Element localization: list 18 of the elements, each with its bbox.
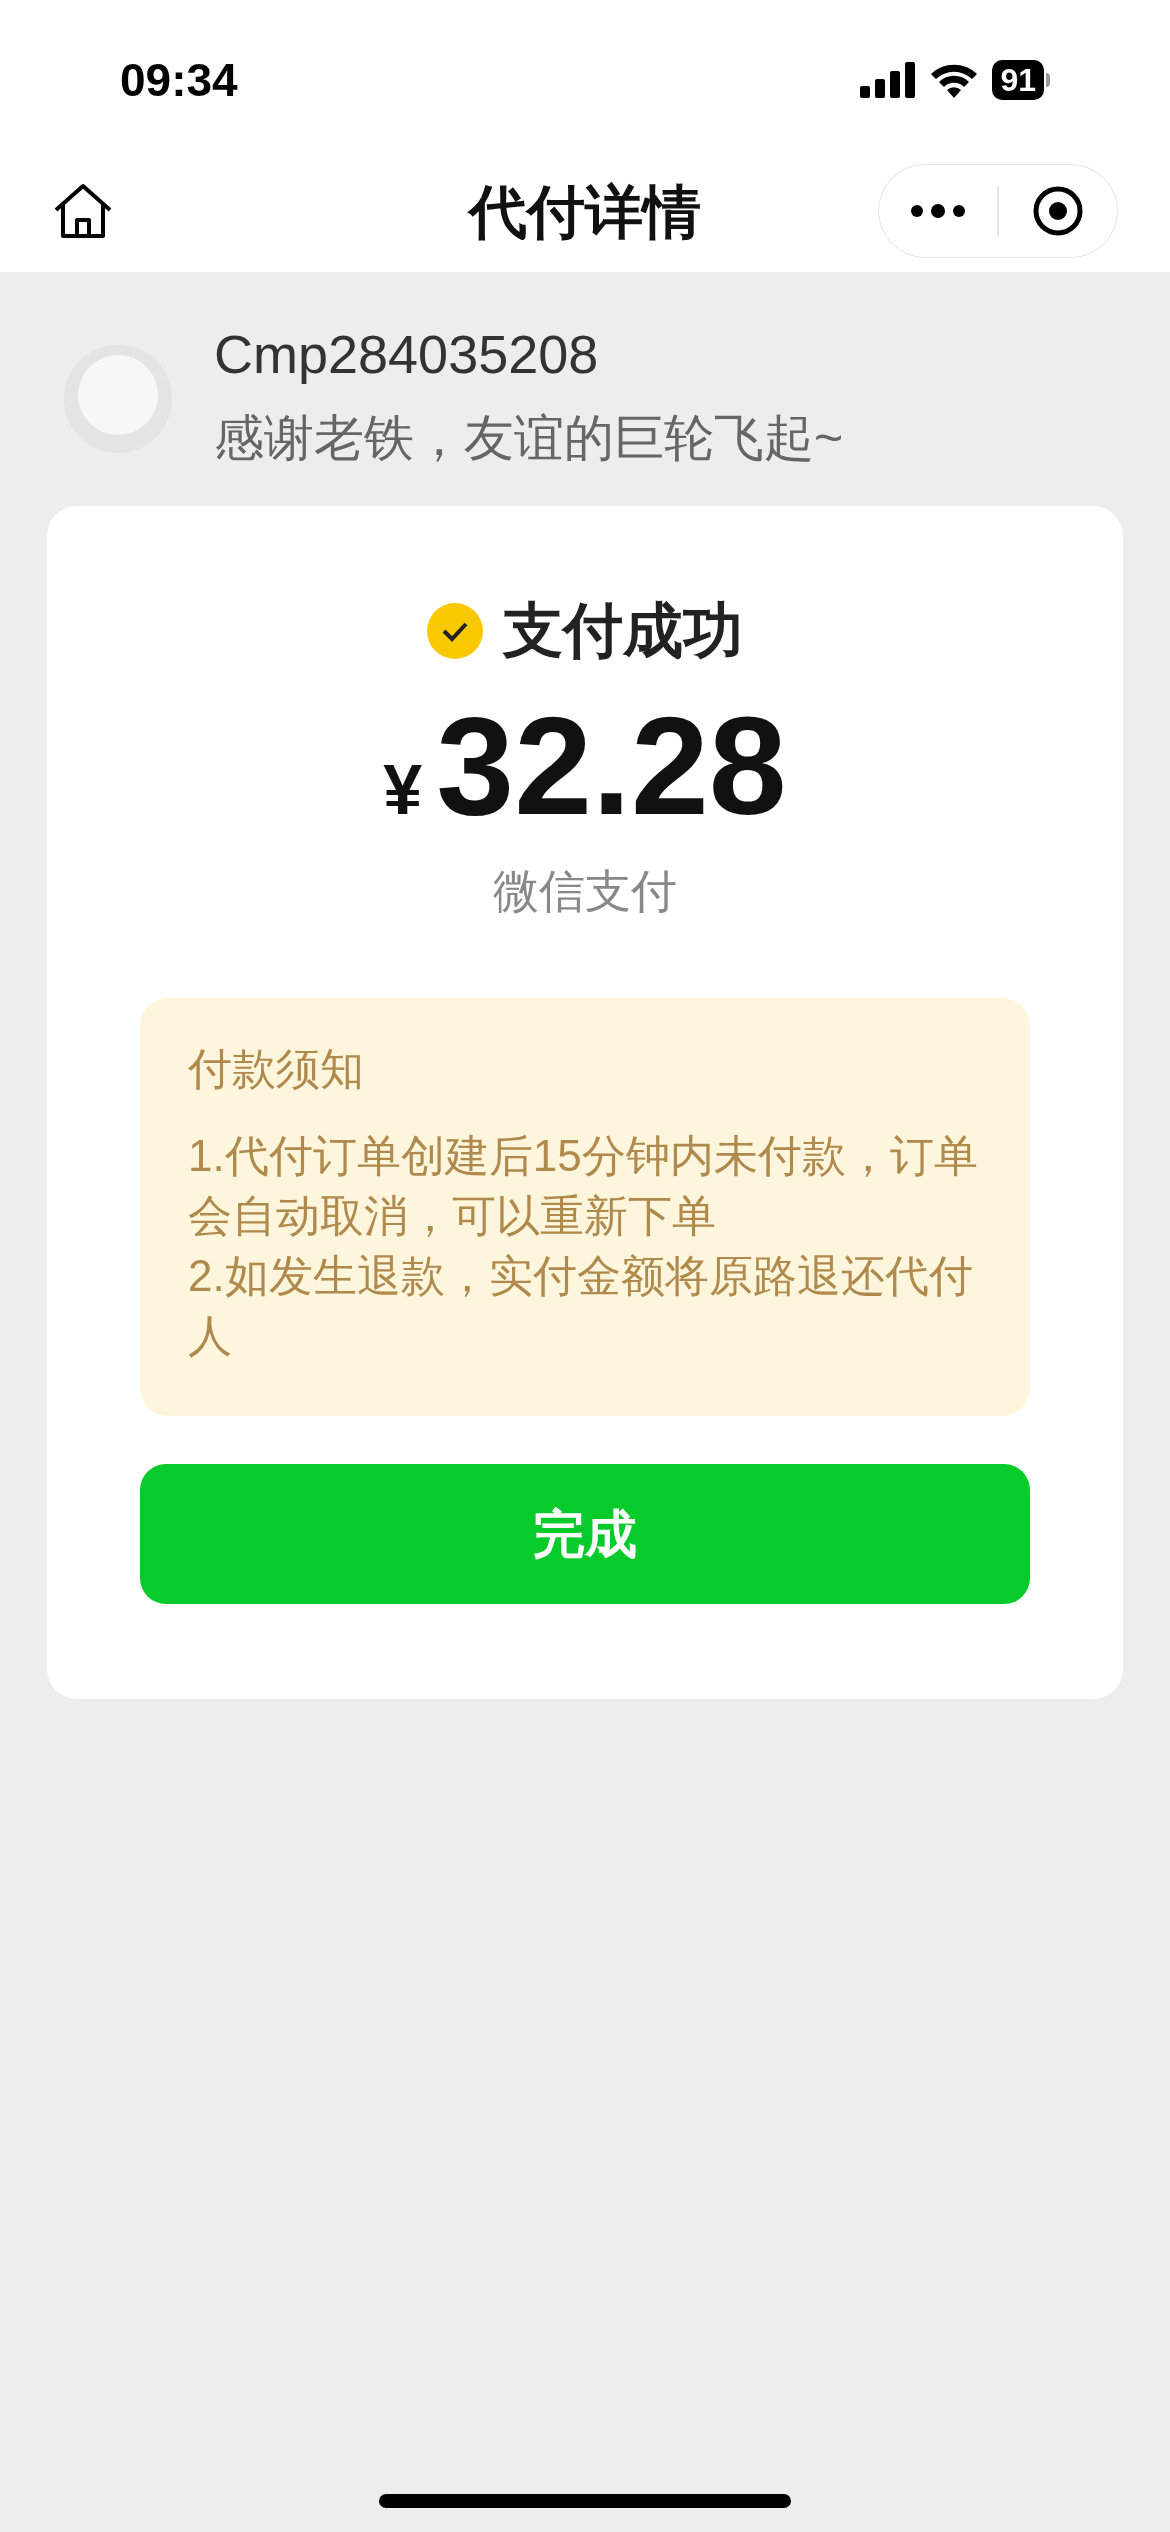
home-icon[interactable] — [52, 182, 114, 240]
currency-symbol: ¥ — [383, 750, 423, 831]
payment-method: 微信支付 — [493, 864, 677, 919]
done-button[interactable]: 完成 — [140, 1464, 1030, 1604]
notice-title: 付款须知 — [188, 1043, 365, 1095]
notice-text: 2.如发生退款，实付金额将原路退还代付人 — [188, 1250, 974, 1362]
page-title: 代付详情 — [469, 177, 701, 246]
wifi-icon — [930, 62, 979, 98]
signal-icon — [860, 62, 917, 98]
battery-indicator: 91 — [992, 60, 1050, 100]
check-icon — [427, 603, 483, 659]
notice-text: 1.代付订单创建后15分钟内未付款，订单会自动取消，可以重新下单 — [188, 1130, 979, 1242]
payer-name: Cmp284035208 — [214, 323, 600, 386]
payment-status: 支付成功 — [503, 596, 743, 666]
status-time: 09:34 — [120, 52, 238, 108]
payment-amount: 32.28 — [436, 696, 787, 836]
more-icon[interactable] — [910, 204, 966, 218]
payer-message: 感谢老铁，友谊的巨轮飞起~ — [214, 409, 844, 468]
